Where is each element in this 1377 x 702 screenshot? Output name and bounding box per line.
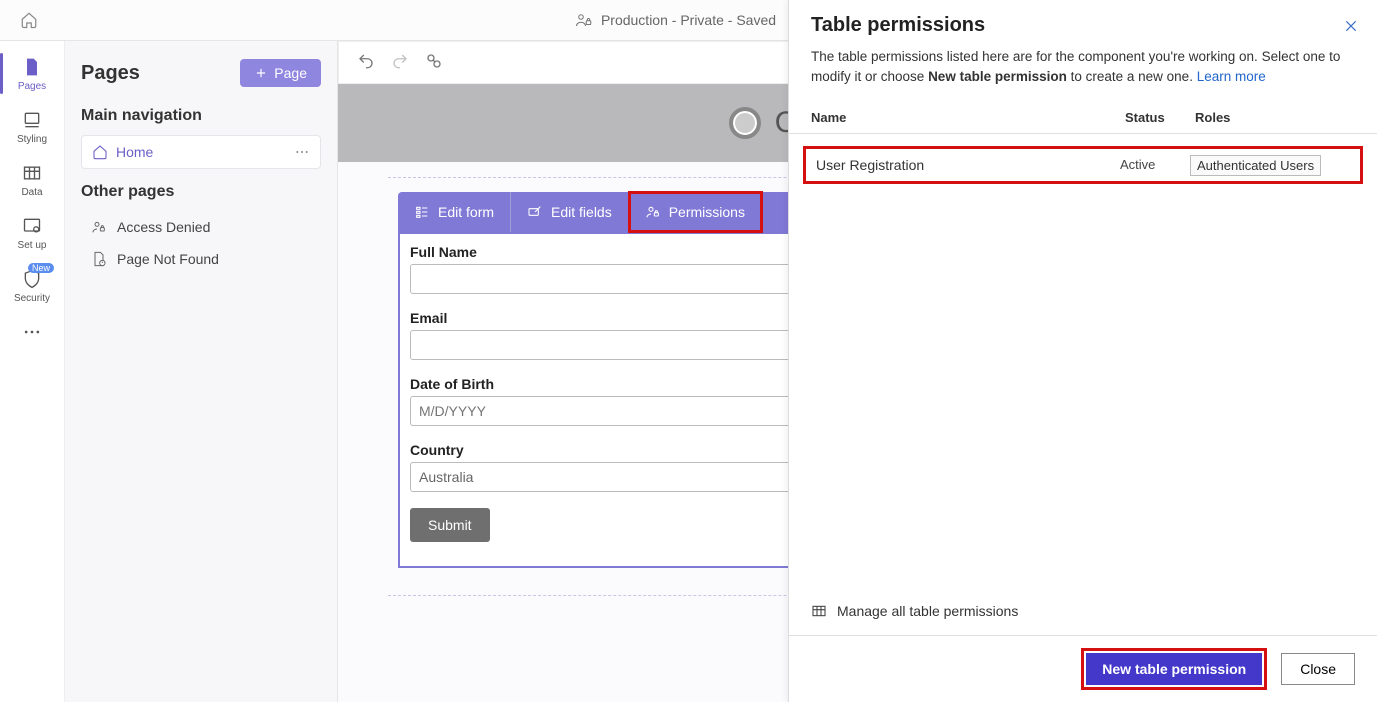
submit-button[interactable]: Submit [410,508,490,542]
data-icon [22,163,42,183]
rail-styling[interactable]: Styling [0,100,64,153]
permissions-flyout: Table permissions The table permissions … [788,0,1377,702]
page-icon [22,57,42,77]
redo-button[interactable] [391,52,409,73]
link-button[interactable] [425,52,443,73]
manage-all-permissions[interactable]: Manage all table permissions [789,593,1377,635]
plus-icon [254,66,268,80]
add-page-button[interactable]: Page [240,59,321,87]
table-icon [811,603,827,619]
styling-icon [22,110,42,130]
close-icon [1343,18,1359,34]
flyout-footer: New table permission Close [789,635,1377,702]
link-icon [425,52,443,70]
flyout-title: Table permissions [811,14,1355,37]
perm-status: Active [1120,157,1190,172]
left-rail: Pages Styling Data Set up New Security [0,41,65,702]
main-nav-heading: Main navigation [81,107,321,125]
pages-panel: Pages Page Main navigation Home Other pa… [65,41,338,702]
rail-more[interactable] [0,312,64,350]
rail-security[interactable]: New Security [0,259,64,312]
page-access-denied[interactable]: Access Denied [81,211,321,243]
permissions-table-header: Name Status Roles [789,98,1377,134]
environment-label: Production - Private - Saved [601,12,776,28]
perm-roles: Authenticated Users [1190,155,1321,176]
col-status: Status [1125,110,1195,125]
new-badge: New [28,263,54,273]
edit-fields-button[interactable]: Edit fields [511,192,629,232]
col-roles: Roles [1195,110,1355,125]
nav-item-home[interactable]: Home [81,135,321,169]
home-icon [20,11,38,29]
environment-indicator[interactable]: Production - Private - Saved [575,11,802,29]
person-lock-icon [91,219,107,235]
other-pages-heading: Other pages [81,183,321,201]
col-name: Name [811,110,1125,125]
perm-name: User Registration [816,157,1120,173]
flyout-description: The table permissions listed here are fo… [789,47,1377,98]
redo-icon [391,52,409,70]
form-icon [414,204,430,220]
undo-button[interactable] [357,52,375,73]
people-lock-icon [575,11,593,29]
rail-pages[interactable]: Pages [0,47,64,100]
learn-more-link[interactable]: Learn more [1197,69,1266,84]
more-icon[interactable] [294,144,310,160]
pages-title: Pages [81,62,140,85]
home-icon [92,144,108,160]
close-button[interactable]: Close [1281,653,1355,685]
permissions-button[interactable]: Permissions [629,192,762,232]
page-warning-icon [91,251,107,267]
company-logo [729,107,761,139]
rail-data[interactable]: Data [0,153,64,206]
fields-icon [527,204,543,220]
more-icon [22,322,42,342]
edit-form-button[interactable]: Edit form [398,192,511,232]
page-not-found[interactable]: Page Not Found [81,243,321,275]
home-top-button[interactable] [15,6,43,34]
undo-icon [357,52,375,70]
new-table-permission-button[interactable]: New table permission [1086,653,1262,685]
setup-icon [22,216,42,236]
person-lock-icon [645,204,661,220]
rail-setup[interactable]: Set up [0,206,64,259]
permission-row[interactable]: User Registration Active Authenticated U… [803,146,1363,184]
close-flyout-button[interactable] [1343,18,1359,39]
